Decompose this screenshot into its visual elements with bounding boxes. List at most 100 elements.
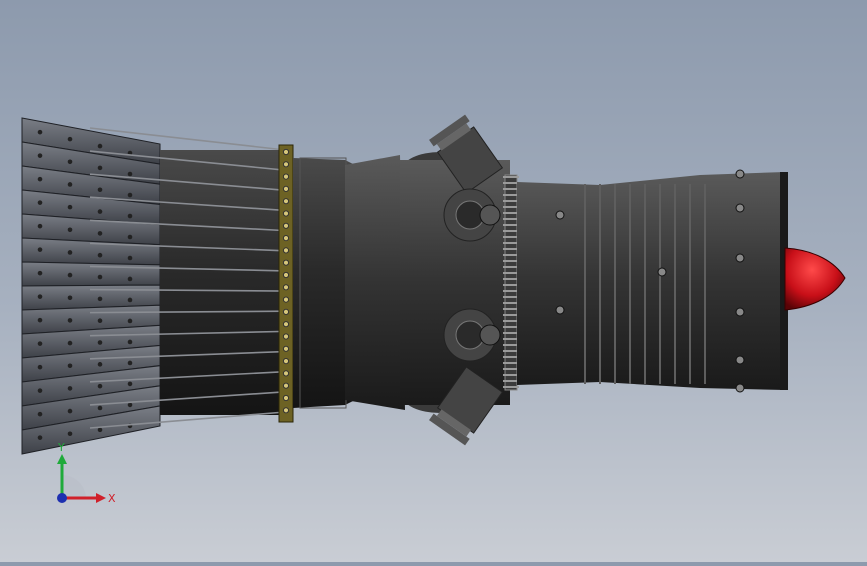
ring-bolt bbox=[282, 173, 290, 180]
ring-bolt bbox=[282, 271, 290, 279]
petal-rivet bbox=[127, 255, 133, 261]
flange-tooth bbox=[503, 368, 519, 370]
casing-bolt bbox=[735, 253, 745, 263]
petal-rivet bbox=[97, 340, 103, 345]
petal-rivet bbox=[97, 252, 103, 258]
ring-bolt bbox=[282, 259, 290, 266]
flange-tooth bbox=[503, 206, 519, 208]
z-axis-dot bbox=[57, 493, 67, 503]
nose-cone[interactable] bbox=[784, 247, 846, 311]
petal-rivet bbox=[97, 383, 103, 389]
petal-rivet bbox=[67, 431, 73, 437]
nozzle-petals[interactable] bbox=[21, 117, 161, 455]
flange-tooth bbox=[503, 344, 519, 346]
ring-bolt bbox=[282, 222, 290, 229]
flange-tooth bbox=[503, 302, 519, 304]
ring-bolt bbox=[282, 235, 290, 242]
petal-rivet bbox=[37, 411, 43, 417]
flange-tooth bbox=[503, 218, 519, 220]
flange-tooth bbox=[503, 254, 519, 256]
petal-rivet bbox=[127, 297, 133, 303]
flange-tooth bbox=[503, 212, 519, 214]
petal-rivet bbox=[97, 165, 103, 171]
casing-bolt bbox=[735, 307, 745, 317]
petal-rivet bbox=[97, 296, 103, 302]
ring-bolt bbox=[282, 210, 290, 217]
ring-bolt bbox=[282, 308, 290, 315]
petal-rivet bbox=[127, 402, 133, 408]
petal-rivet bbox=[37, 129, 43, 135]
graphics-viewport[interactable] bbox=[0, 0, 867, 562]
casing-bolt bbox=[657, 267, 667, 277]
flange-tooth bbox=[503, 386, 519, 388]
petal-rivet bbox=[127, 318, 133, 324]
flange-tooth bbox=[503, 374, 519, 376]
petal-rivet bbox=[67, 295, 73, 301]
ring-bolt bbox=[282, 345, 290, 352]
petal-rivet bbox=[67, 340, 73, 346]
flange-tooth bbox=[503, 314, 519, 316]
petal-rivet bbox=[37, 294, 43, 299]
ring-bolt bbox=[282, 407, 290, 414]
x-axis-arrow bbox=[96, 493, 106, 503]
flange-tooth bbox=[503, 284, 519, 286]
ring-bolt bbox=[282, 394, 290, 402]
engine-model[interactable] bbox=[0, 0, 867, 562]
petal-rivet bbox=[127, 276, 133, 282]
petal-rivet bbox=[97, 231, 103, 236]
petal-rivet bbox=[97, 274, 103, 280]
petal-rivet bbox=[37, 153, 43, 158]
petal-rivet bbox=[37, 364, 43, 370]
petal-rivet bbox=[67, 272, 73, 278]
ring-bolt bbox=[282, 333, 290, 340]
petal-rivet bbox=[97, 187, 103, 193]
ring-bolt bbox=[282, 161, 290, 168]
petal-rivet bbox=[97, 318, 103, 323]
casing-bolt bbox=[735, 383, 745, 393]
flange-tooth bbox=[503, 320, 519, 322]
petal-rivet bbox=[127, 381, 133, 387]
compressor-casing[interactable] bbox=[517, 172, 785, 390]
turbine-waist[interactable] bbox=[345, 155, 405, 410]
flange-tooth bbox=[503, 230, 519, 232]
accessory-pods[interactable] bbox=[400, 152, 510, 413]
petal-rivet bbox=[67, 159, 73, 165]
flange-tooth bbox=[503, 200, 519, 202]
petal-rivet bbox=[67, 250, 73, 255]
flange-tooth bbox=[503, 224, 519, 226]
flange-tooth bbox=[503, 362, 519, 364]
petal-rivet bbox=[67, 408, 73, 414]
flange-tooth bbox=[503, 356, 519, 358]
flange-tooth bbox=[503, 326, 519, 328]
petal-rivet bbox=[67, 204, 73, 210]
flange-tooth bbox=[503, 176, 519, 178]
flange-tooth bbox=[503, 380, 519, 382]
flange-tooth bbox=[503, 242, 519, 244]
petal-rivet bbox=[97, 362, 103, 367]
y-axis-arrow bbox=[57, 454, 67, 464]
petal-rivet bbox=[37, 270, 43, 276]
petal-rivet bbox=[67, 182, 73, 187]
petal-rivet bbox=[37, 341, 43, 346]
flange-tooth bbox=[503, 338, 519, 340]
flange-tooth bbox=[503, 350, 519, 352]
coordinate-triad: Y X bbox=[48, 440, 118, 510]
petal-rivet bbox=[37, 176, 43, 182]
petal-rivet bbox=[97, 209, 103, 214]
flange-tooth bbox=[503, 272, 519, 274]
petal-rivet bbox=[67, 136, 73, 142]
petal-rivet bbox=[127, 192, 133, 198]
petal-rivet bbox=[127, 234, 133, 240]
petal-rivet bbox=[37, 223, 43, 229]
ring-bolt bbox=[282, 358, 290, 365]
petal-rivet bbox=[67, 386, 73, 391]
ring-bolt bbox=[282, 185, 290, 192]
flange-tooth bbox=[503, 332, 519, 334]
flange-tooth bbox=[503, 308, 519, 310]
flange-tooth bbox=[503, 194, 519, 196]
flange-tooth bbox=[503, 188, 519, 190]
casing-bolt bbox=[555, 305, 565, 315]
petal-rivet bbox=[67, 318, 73, 323]
petal-rivet bbox=[127, 213, 133, 219]
petal-rivet bbox=[97, 427, 103, 433]
